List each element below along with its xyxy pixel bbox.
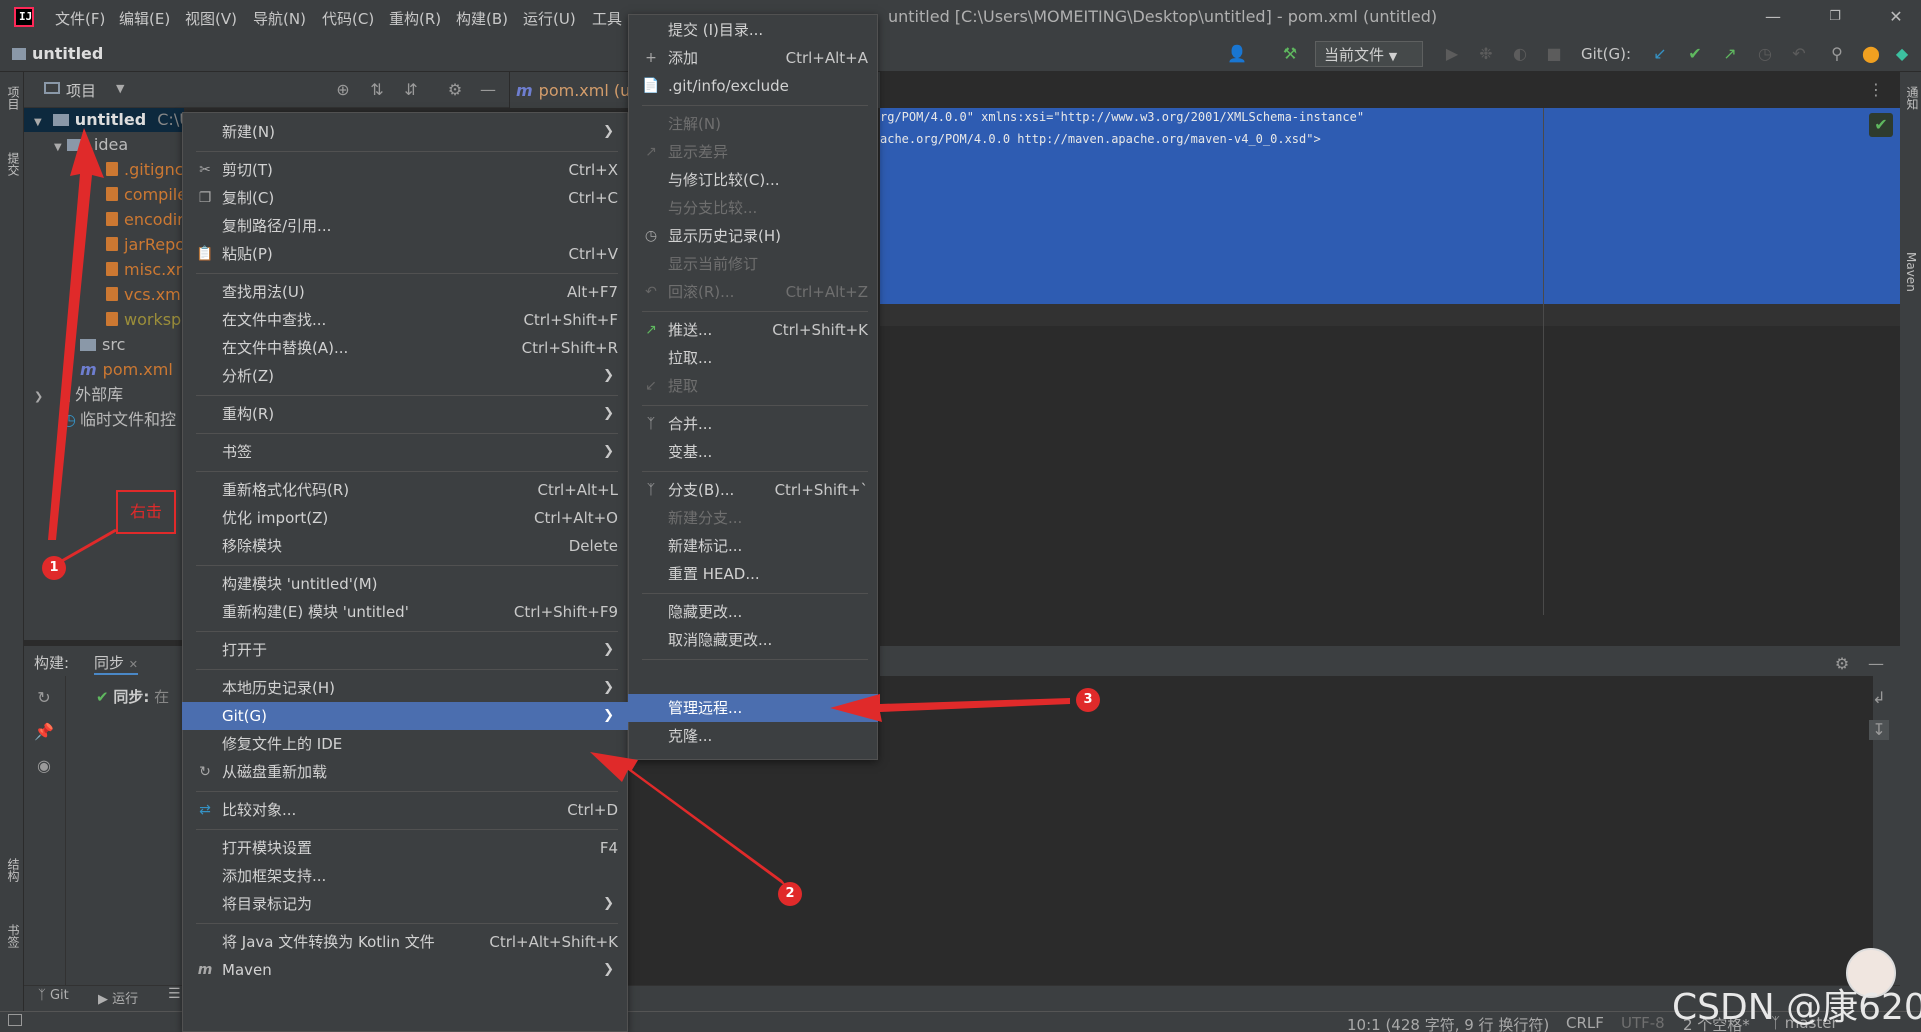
right-click-callout: 右击 bbox=[116, 490, 176, 534]
step-2-badge: 2 bbox=[778, 882, 802, 906]
step-3-badge: 3 bbox=[1076, 688, 1100, 712]
arrow-1-to-box bbox=[59, 528, 117, 564]
watermark: CSDN @康620 bbox=[1672, 987, 1921, 1028]
arrow-1 bbox=[48, 128, 104, 540]
annotation-arrows bbox=[48, 128, 1070, 888]
arrow-2 bbox=[590, 752, 788, 888]
arrow-3 bbox=[830, 694, 1070, 722]
step-1-badge: 1 bbox=[42, 556, 66, 580]
